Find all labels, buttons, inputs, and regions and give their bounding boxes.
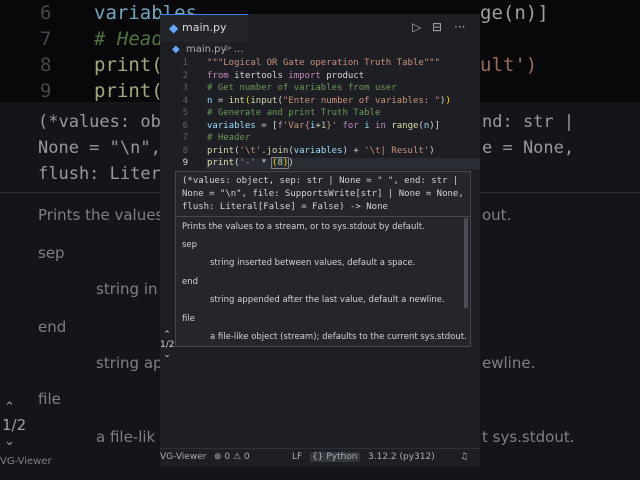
param-desc: string appended after the last value, de… [210,295,445,305]
status-interpreter[interactable]: 3.12.2 (py312) [368,452,435,462]
param-name: sep [182,240,198,250]
breadcrumb-separator: > [224,43,233,54]
code-text: """Logical OR Gate operation Truth Table… [207,58,440,68]
code-line: 6 variables = [f'Var{i+1}' for i in rang… [160,121,480,133]
hover-scrollbar[interactable] [464,218,468,308]
param-desc: string inserted between values, default … [210,258,416,268]
status-problems[interactable]: ⊗ 0 ⚠ 0 [214,452,250,462]
python-file-icon: ◆ [169,21,179,35]
code-line: 5 # Generate and print Truth Table [160,108,480,120]
code-text: print('\t'.join(variables) + '\t| Result… [207,145,435,156]
code-text: # Generate and print Truth Table [207,108,381,118]
breadcrumb-file[interactable]: main.py [186,44,226,55]
code-line: 1 """Logical OR Gate operation Truth Tab… [160,58,480,70]
more-actions-icon[interactable]: ··· [454,20,465,34]
editor-window: ◆ main.py ▷ ⊟ ··· ◆ main.py > ... 1 """L… [160,14,480,466]
line-number: 3 [182,83,188,93]
chevron-up-icon[interactable]: ⌃ [160,330,174,340]
tab-main-py[interactable]: ◆ main.py [160,14,248,42]
run-icon[interactable]: ▷ [412,20,421,34]
code-line: 3 # Get number of variables from user [160,83,480,95]
status-eol[interactable]: LF [292,452,302,462]
line-number: 2 [182,70,188,81]
tab-bar: ◆ main.py ▷ ⊟ ··· [160,14,480,42]
chevron-down-icon[interactable]: ⌄ [160,350,174,360]
python-file-icon: ◆ [172,44,180,55]
overload-pager[interactable]: ⌃ 1/2 ⌄ [160,330,174,360]
code-text: # Header [207,133,251,143]
split-editor-icon[interactable]: ⊟ [432,20,442,34]
param-desc: a file-like object (stream); defaults to… [210,332,467,342]
breadcrumb: ◆ main.py > ... [160,42,480,58]
code-text: print('-' * (8)) [207,157,294,169]
code-text: # Get number of variables from user [207,83,397,93]
line-number: 4 [182,95,188,106]
status-language[interactable]: {} Python [310,452,360,462]
line-number: 9 [182,158,188,168]
line-number: 7 [182,133,188,143]
code-text: variables = [f'Var{i+1}' for i in range(… [207,120,441,131]
code-text: from itertools import product [207,70,365,81]
status-extension[interactable]: VG-Viewer [160,452,206,462]
code-line: 4 n = int(input("Enter number of variabl… [160,96,480,108]
line-number: 8 [182,145,188,156]
hover-signature: (*values: object, sep: str | None = " ",… [182,176,464,212]
bell-icon[interactable]: ♫ [460,452,468,462]
status-bar: VG-Viewer ⊗ 0 ⚠ 0 LF {} Python 3.12.2 (p… [160,448,480,466]
code-line-active: 9 print('-' * (8)) [160,157,480,170]
code-line: 2 from itertools import product [160,71,480,83]
code-line: 7 # Header [160,133,480,145]
hover-divider [176,216,470,217]
code-line: 8 print('\t'.join(variables) + '\t| Resu… [160,146,480,158]
param-name: end [182,277,199,287]
line-number: 6 [182,120,188,131]
line-number: 1 [182,58,188,68]
hover-tooltip: (*values: object, sep: str | None = " ",… [175,171,471,347]
hover-summary: Prints the values to a stream, or to sys… [182,222,425,232]
code-text: n = int(input("Enter number of variables… [207,95,451,106]
overload-counter: 1/2 [160,340,175,350]
tab-label: main.py [182,21,227,34]
breadcrumb-more[interactable]: ... [234,44,244,55]
param-name: file [182,314,195,324]
line-number: 5 [182,108,188,118]
